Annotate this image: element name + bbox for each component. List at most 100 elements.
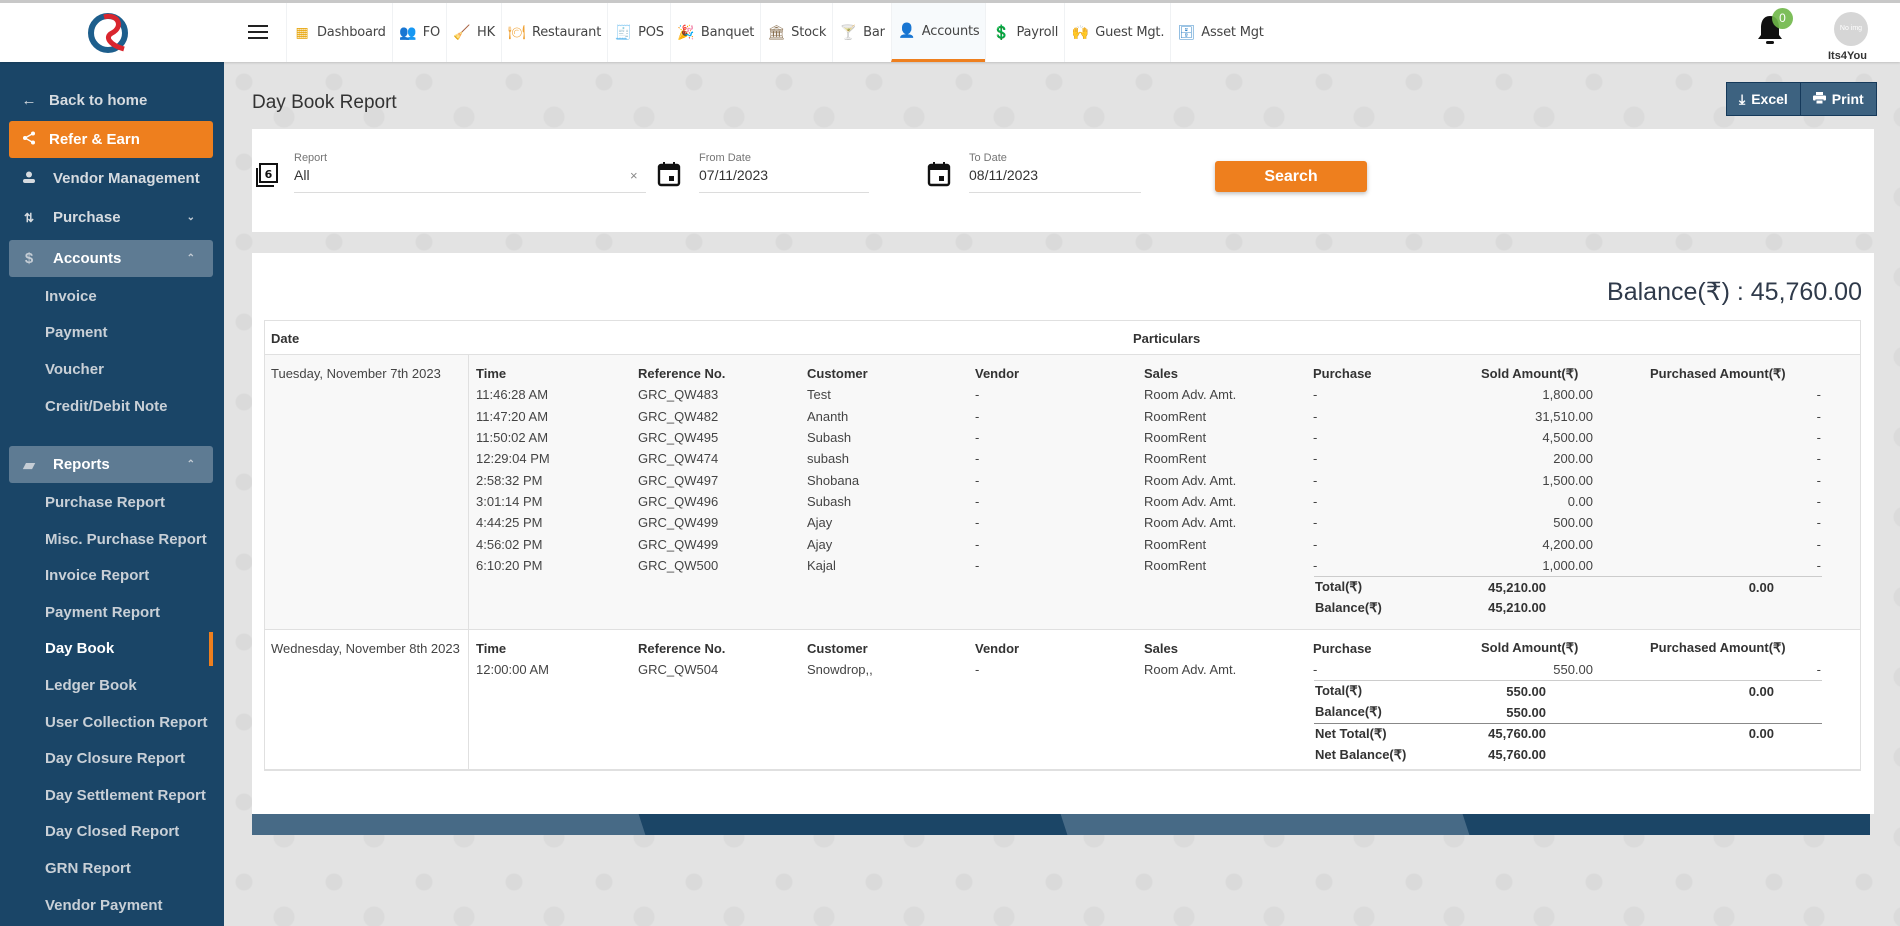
sidebar-item-invoice-report[interactable]: Invoice Report bbox=[45, 567, 149, 584]
sales-cell: RoomRent bbox=[1144, 430, 1207, 446]
footer-stripe bbox=[1060, 814, 1470, 835]
module-tab-accounts[interactable]: 👤 Accounts bbox=[890, 3, 986, 62]
module-tab-payroll[interactable]: 💲 Payroll bbox=[985, 3, 1064, 62]
table-row: 6:10:20 PM GRC_QW500 Kajal - RoomRent - 1,000.… bbox=[469, 555, 1860, 576]
module-tab-hk[interactable]: 🧹 HK bbox=[446, 3, 501, 62]
time-cell: 11:46:28 AM bbox=[476, 387, 549, 403]
time-cell: 12:29:04 PM bbox=[476, 451, 550, 467]
user-avatar[interactable]: No img bbox=[1834, 12, 1868, 46]
vendor-cell: - bbox=[975, 451, 980, 467]
day-book-table: Date Particulars Tuesday, November 7th 2… bbox=[264, 320, 1861, 772]
sidebar-item-payment-report[interactable]: Payment Report bbox=[45, 604, 160, 621]
column-header-particulars: Particulars bbox=[1133, 331, 1201, 346]
reference-no-cell: GRC_QW504 bbox=[638, 662, 719, 677]
chevron-up-icon: ⌃ bbox=[186, 253, 195, 264]
sidebar-item-label: Back to home bbox=[49, 92, 148, 109]
restaurant-icon: 🍽 bbox=[508, 24, 526, 41]
sidebar-refer-earn[interactable]: Refer & Earn bbox=[9, 121, 213, 158]
module-tab-restaurant[interactable]: 🍽 Restaurant bbox=[500, 3, 607, 62]
module-label: Banquet bbox=[700, 25, 755, 40]
time-cell: 3:01:14 PM bbox=[476, 493, 543, 509]
chevron-down-icon: ⌄ bbox=[186, 212, 195, 223]
sidebar-item-grn-report[interactable]: GRN Report bbox=[45, 860, 131, 877]
sidebar-vendor-management[interactable]: Vendor Management bbox=[9, 160, 213, 197]
total-row-sold: 45,210.00 bbox=[1488, 579, 1546, 595]
calendar-icon[interactable] bbox=[927, 161, 951, 187]
search-button[interactable]: Search bbox=[1215, 161, 1367, 192]
username-label[interactable]: Its4You bbox=[1828, 50, 1867, 62]
module-label: POS bbox=[638, 25, 664, 40]
excel-button[interactable]: ⤓ Excel bbox=[1727, 83, 1800, 115]
column-header-reference-no: Reference No. bbox=[638, 366, 726, 382]
to-date-input[interactable] bbox=[969, 167, 1129, 183]
total-row: Total(₹) 550.00 0.00 bbox=[1314, 680, 1822, 701]
customer-cell: Ajay bbox=[807, 536, 833, 552]
excel-label: Excel bbox=[1751, 91, 1788, 107]
module-tab-bar[interactable]: 🍸 Bar bbox=[832, 3, 891, 62]
column-header-customer: Customer bbox=[807, 366, 868, 382]
net-total-row-label: Net Total(₹) bbox=[1315, 725, 1387, 741]
sidebar-item-vendor-payment[interactable]: Vendor Payment bbox=[45, 897, 163, 914]
detail-header-row: Time Reference No. Customer Vendor Sales Purc… bbox=[469, 363, 1860, 384]
sidebar-item-invoice[interactable]: Invoice bbox=[45, 288, 97, 305]
module-label: Asset Mgt bbox=[1201, 25, 1264, 40]
purchase-cell: - bbox=[1313, 557, 1318, 573]
calendar-icon[interactable] bbox=[657, 161, 681, 187]
purchased-amount-cell: - bbox=[1816, 557, 1821, 573]
purchase-cell: - bbox=[1313, 515, 1318, 531]
module-tab-banquet[interactable]: 🎉 Banquet bbox=[669, 3, 760, 62]
sales-cell: RoomRent bbox=[1144, 408, 1207, 424]
purchased-amount-cell: - bbox=[1816, 662, 1821, 677]
sidebar-item-day-closure-report[interactable]: Day Closure Report bbox=[45, 750, 185, 767]
app-logo[interactable] bbox=[84, 9, 136, 55]
module-tab-asset-mgt[interactable]: 🗄 Asset Mgt bbox=[1170, 3, 1269, 62]
total-row-label: Total(₹) bbox=[1315, 579, 1363, 595]
sidebar-item-day-settlement-report[interactable]: Day Settlement Report bbox=[45, 787, 206, 804]
print-button[interactable]: Print bbox=[1799, 83, 1876, 115]
to-date-underline bbox=[969, 192, 1141, 193]
clear-icon[interactable]: × bbox=[630, 168, 638, 183]
time-cell: 2:58:32 PM bbox=[476, 472, 543, 488]
customer-cell: Shobana bbox=[807, 472, 860, 488]
net-total-row: Net Total(₹) 45,760.00 0.00 bbox=[1314, 722, 1822, 744]
sidebar-item-ledger-book[interactable]: Ledger Book bbox=[45, 677, 137, 694]
module-tab-stock[interactable]: 🏛 Stock bbox=[760, 3, 832, 62]
column-header-purchase: Purchase bbox=[1313, 640, 1372, 656]
sidebar-reports[interactable]: ▰ Reports ⌃ bbox=[9, 446, 213, 483]
sidebar-item-voucher[interactable]: Voucher bbox=[45, 361, 104, 378]
sidebar-item-user-collection-report[interactable]: User Collection Report bbox=[45, 714, 208, 731]
sidebar-item-label: Vendor Management bbox=[53, 170, 200, 187]
module-tab-fo[interactable]: 👥 FO bbox=[391, 3, 446, 62]
sales-cell: Room Adv. Amt. bbox=[1144, 493, 1237, 509]
module-tab-guest-mgt[interactable]: 🙌 Guest Mgt. bbox=[1064, 3, 1170, 62]
time-cell: 4:56:02 PM bbox=[476, 536, 543, 552]
vendor-cell: - bbox=[975, 536, 980, 552]
sidebar-back-to-home[interactable]: ← Back to home bbox=[9, 82, 213, 119]
net-balance-row: Net Balance(₹) 45,760.00 bbox=[1314, 744, 1822, 765]
column-header-purchased-amount: Purchased Amount(₹) bbox=[1650, 640, 1786, 656]
sidebar-item-day-closed-report[interactable]: Day Closed Report bbox=[45, 823, 179, 840]
report-select[interactable] bbox=[294, 167, 614, 183]
sidebar-item-purchase-report[interactable]: Purchase Report bbox=[45, 494, 165, 511]
sidebar-item-payment[interactable]: Payment bbox=[45, 324, 108, 341]
sold-amount-cell: 1,800.00 bbox=[1542, 387, 1593, 403]
date-group-row: Wednesday, November 8th 2023 Time Referenc… bbox=[265, 629, 1860, 771]
menu-toggle-icon[interactable] bbox=[248, 25, 268, 41]
sidebar-purchase[interactable]: ⇅ Purchase ⌄ bbox=[9, 199, 213, 236]
module-tab-dashboard[interactable]: ▦ Dashboard bbox=[286, 3, 392, 62]
table-row: 11:47:20 AM GRC_QW482 Ananth - RoomRent - 31,5… bbox=[469, 406, 1860, 427]
sidebar-item-misc-purchase-report[interactable]: Misc. Purchase Report bbox=[45, 531, 207, 548]
sidebar-item-credit-debit-note[interactable]: Credit/Debit Note bbox=[45, 398, 168, 415]
net-balance-row-label: Net Balance(₹) bbox=[1315, 746, 1407, 762]
sidebar-accounts[interactable]: $ Accounts ⌃ bbox=[9, 240, 213, 277]
purchase-cell: - bbox=[1313, 408, 1318, 424]
sidebar-item-day-book[interactable]: Day Book bbox=[45, 640, 114, 657]
table-row: 12:00:00 AM GRC_QW504 Snowdrop,, - Room Adv.… bbox=[469, 659, 1860, 680]
table-row: 3:01:14 PM GRC_QW496 Subash - Room Adv. Amt.… bbox=[469, 491, 1860, 512]
from-date-input[interactable] bbox=[699, 167, 859, 183]
sales-cell: RoomRent bbox=[1144, 536, 1207, 552]
module-tab-pos[interactable]: 🧾 POS bbox=[607, 3, 670, 62]
customer-cell: Snowdrop,, bbox=[807, 662, 873, 677]
purchased-amount-cell: - bbox=[1816, 515, 1821, 531]
time-cell: 4:44:25 PM bbox=[476, 515, 543, 531]
